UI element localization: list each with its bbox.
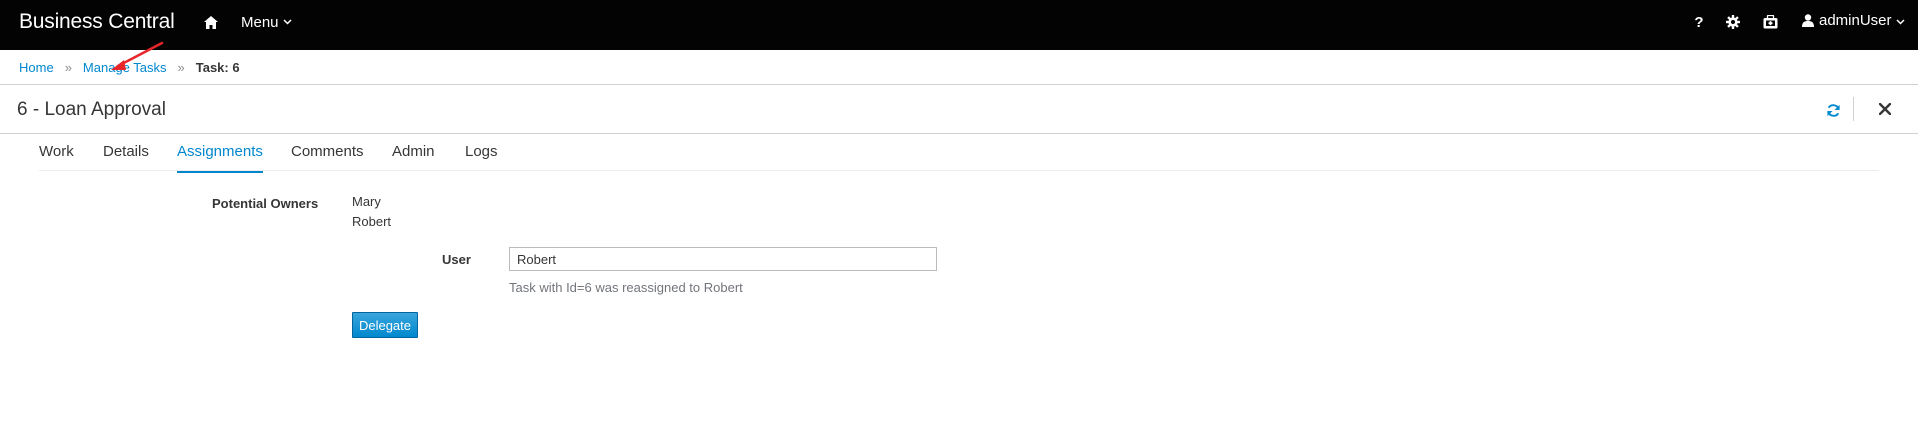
page-title: 6 - Loan Approval xyxy=(17,99,166,120)
tab-assignments[interactable]: Assignments xyxy=(177,143,263,173)
owner-item: Mary xyxy=(352,194,381,209)
user-label: User xyxy=(442,252,471,267)
brand-title[interactable]: Business Central xyxy=(19,10,175,34)
chevron-down-icon xyxy=(1896,12,1910,29)
tab-logs[interactable]: Logs xyxy=(465,143,498,171)
user-icon xyxy=(1802,14,1814,27)
task-tabs: Work Details Assignments Comments Admin … xyxy=(39,133,1879,173)
user-menu[interactable]: adminUser xyxy=(1802,12,1910,29)
header-divider xyxy=(1853,97,1854,121)
briefcase-icon[interactable] xyxy=(1761,13,1779,31)
task-header: 6 - Loan Approval xyxy=(0,85,1918,134)
breadcrumb-bar: Home » Manage Tasks » Task: 6 xyxy=(0,50,1918,85)
potential-owners-label: Potential Owners xyxy=(212,196,319,211)
annotation-arrow-icon xyxy=(111,41,164,70)
owner-item: Robert xyxy=(352,214,392,229)
tab-admin[interactable]: Admin xyxy=(392,143,435,171)
breadcrumb-home[interactable]: Home xyxy=(19,60,54,75)
top-navbar: Business Central Menu ? adminUser xyxy=(0,0,1918,50)
user-name: adminUser xyxy=(1819,12,1892,29)
menu-label: Menu xyxy=(241,14,279,31)
menu-dropdown[interactable]: Menu xyxy=(241,12,292,31)
refresh-icon[interactable] xyxy=(1824,101,1842,119)
gear-icon[interactable] xyxy=(1724,13,1742,31)
breadcrumb-separator: » xyxy=(177,60,185,75)
chevron-down-icon xyxy=(283,12,292,29)
user-input[interactable] xyxy=(509,247,937,271)
breadcrumb-current: Task: 6 xyxy=(195,60,240,75)
home-icon[interactable] xyxy=(202,13,220,31)
tab-comments[interactable]: Comments xyxy=(291,143,364,171)
close-icon[interactable] xyxy=(1876,100,1894,118)
delegate-button[interactable]: Delegate xyxy=(352,312,418,338)
tab-details[interactable]: Details xyxy=(103,143,149,171)
breadcrumb-separator: » xyxy=(64,60,72,75)
tab-work[interactable]: Work xyxy=(39,143,74,171)
question-icon[interactable]: ? xyxy=(1693,13,1705,31)
reassign-help-text: Task with Id=6 was reassigned to Robert xyxy=(509,280,743,295)
